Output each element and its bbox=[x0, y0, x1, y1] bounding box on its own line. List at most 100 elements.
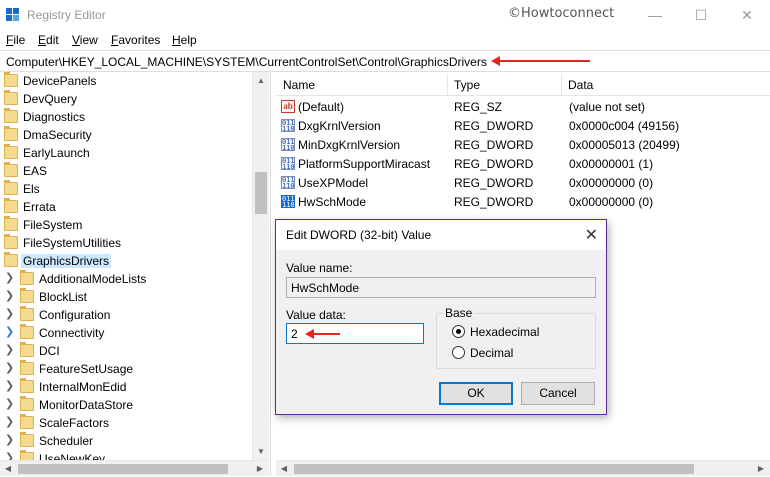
value-type: REG_DWORD bbox=[454, 119, 534, 133]
chevron-right-icon[interactable]: ❯ bbox=[5, 271, 14, 284]
tree-item-label: Els bbox=[23, 182, 40, 196]
tree-item[interactable]: ❯ Connectivity bbox=[0, 324, 252, 342]
menu-view[interactable]: View bbox=[72, 33, 98, 47]
value-row[interactable]: 011 110 MinDxgKrnlVersion REG_DWORD 0x000050… bbox=[276, 135, 770, 154]
scroll-thumb[interactable] bbox=[294, 464, 694, 474]
chevron-right-icon[interactable]: ❯ bbox=[5, 289, 14, 302]
folder-icon bbox=[20, 288, 34, 303]
tree-item[interactable]: ❯ MonitorDataStore bbox=[0, 396, 252, 414]
chevron-right-icon[interactable]: ❯ bbox=[5, 415, 14, 428]
scroll-thumb[interactable] bbox=[18, 464, 228, 474]
tree-item-label: DmaSecurity bbox=[23, 128, 92, 142]
value-row[interactable]: 011 110 DxgKrnlVersion REG_DWORD 0x0000c004 … bbox=[276, 116, 770, 135]
title-bar: Registry Editor ©Howtoconnect — ☐ ✕ bbox=[0, 0, 770, 30]
folder-icon bbox=[4, 252, 18, 267]
tree-item[interactable]: ❯ ScaleFactors bbox=[0, 414, 252, 432]
tree-item-label: UseNewKey bbox=[39, 452, 106, 460]
tree-item-label: EarlyLaunch bbox=[23, 146, 90, 160]
tree-item-label: MonitorDataStore bbox=[39, 398, 134, 412]
chevron-right-icon[interactable]: ❯ bbox=[5, 379, 14, 392]
value-name-field: HwSchMode bbox=[286, 277, 596, 298]
scroll-right-icon[interactable]: ▶ bbox=[753, 461, 769, 477]
hexadecimal-label[interactable]: Hexadecimal bbox=[470, 325, 539, 339]
decimal-radio[interactable] bbox=[452, 346, 465, 359]
scroll-up-icon[interactable]: ▲ bbox=[253, 72, 269, 89]
tree-item[interactable]: ❯ FeatureSetUsage bbox=[0, 360, 252, 378]
folder-icon bbox=[4, 90, 18, 105]
column-data[interactable]: Data bbox=[568, 78, 593, 92]
folder-icon bbox=[4, 198, 18, 213]
tree-item[interactable]: EAS bbox=[0, 162, 252, 180]
menu-edit[interactable]: Edit bbox=[38, 33, 59, 47]
tree-item[interactable]: ❯ AdditionalModeLists bbox=[0, 270, 252, 288]
ok-button[interactable]: OK bbox=[439, 382, 513, 405]
dialog-title: Edit DWORD (32-bit) Value bbox=[286, 228, 432, 242]
chevron-right-icon[interactable]: ❯ bbox=[5, 307, 14, 320]
value-row[interactable]: ab (Default) REG_SZ (value not set) bbox=[276, 97, 770, 116]
tree-item[interactable]: DevicePanels bbox=[0, 72, 252, 90]
scroll-left-icon[interactable]: ◀ bbox=[0, 461, 16, 477]
menu-file[interactable]: File bbox=[6, 33, 25, 47]
chevron-right-icon[interactable]: ❯ bbox=[5, 361, 14, 374]
values-horizontal-scrollbar[interactable]: ◀ ▶ bbox=[276, 460, 770, 476]
value-row[interactable]: 011 110 HwSchMode REG_DWORD 0x00000000 (0) bbox=[276, 192, 770, 211]
tree-item[interactable]: Errata bbox=[0, 198, 252, 216]
value-type: REG_DWORD bbox=[454, 195, 534, 209]
hexadecimal-radio[interactable] bbox=[452, 325, 465, 338]
scroll-left-icon[interactable]: ◀ bbox=[276, 461, 292, 477]
tree-item[interactable]: FileSystem bbox=[0, 216, 252, 234]
value-name-label: Value name: bbox=[286, 261, 353, 275]
chevron-right-icon[interactable]: ❯ bbox=[5, 451, 14, 460]
column-name[interactable]: Name bbox=[283, 78, 315, 92]
tree-vertical-scrollbar[interactable]: ▲ ▼ bbox=[252, 72, 269, 460]
value-row[interactable]: 011 110 UseXPModel REG_DWORD 0x00000000 (0) bbox=[276, 173, 770, 192]
tree-item[interactable]: ❯ UseNewKey bbox=[0, 450, 252, 460]
menu-favorites[interactable]: Favorites bbox=[111, 33, 160, 47]
chevron-right-icon[interactable]: ❯ bbox=[5, 397, 14, 410]
menu-help[interactable]: Help bbox=[172, 33, 197, 47]
chevron-right-icon[interactable]: ❯ bbox=[5, 343, 14, 356]
folder-icon bbox=[4, 126, 18, 141]
tree-horizontal-scrollbar[interactable]: ◀ ▶ bbox=[0, 460, 269, 476]
tree-item[interactable]: DevQuery bbox=[0, 90, 252, 108]
value-name: PlatformSupportMiracast bbox=[298, 157, 431, 171]
cancel-button[interactable]: Cancel bbox=[521, 382, 595, 405]
registry-editor-icon bbox=[6, 8, 20, 22]
scroll-down-icon[interactable]: ▼ bbox=[253, 443, 269, 460]
tree-item[interactable]: ❯ Configuration bbox=[0, 306, 252, 324]
tree-item[interactable]: Diagnostics bbox=[0, 108, 252, 126]
chevron-right-icon[interactable]: ❯ bbox=[5, 325, 14, 338]
value-data-label: Value data: bbox=[286, 308, 346, 322]
tree-item[interactable]: FileSystemUtilities bbox=[0, 234, 252, 252]
value-row[interactable]: 011 110 PlatformSupportMiracast REG_DWORD 0x… bbox=[276, 154, 770, 173]
dialog-close-icon[interactable]: ✕ bbox=[585, 225, 598, 245]
tree-item[interactable]: DmaSecurity bbox=[0, 126, 252, 144]
binary-value-icon: 011 110 bbox=[281, 119, 295, 132]
folder-icon bbox=[20, 450, 34, 460]
address-bar[interactable]: Computer\HKEY_LOCAL_MACHINE\SYSTEM\Curre… bbox=[0, 50, 770, 72]
tree-item[interactable]: Els bbox=[0, 180, 252, 198]
tree-item[interactable]: EarlyLaunch bbox=[0, 144, 252, 162]
tree-item-label: FileSystem bbox=[23, 218, 83, 232]
value-name: MinDxgKrnlVersion bbox=[298, 138, 401, 152]
address-path[interactable]: Computer\HKEY_LOCAL_MACHINE\SYSTEM\Curre… bbox=[6, 55, 487, 69]
folder-icon bbox=[4, 234, 18, 249]
scroll-thumb[interactable] bbox=[255, 172, 267, 214]
chevron-right-icon[interactable]: ❯ bbox=[5, 433, 14, 446]
dialog-title-bar: Edit DWORD (32-bit) Value ✕ bbox=[276, 220, 606, 250]
column-type[interactable]: Type bbox=[454, 78, 480, 92]
column-separator bbox=[561, 74, 562, 96]
tree-item[interactable]: ❯ DCI bbox=[0, 342, 252, 360]
tree-item[interactable]: ❯ BlockList bbox=[0, 288, 252, 306]
decimal-label[interactable]: Decimal bbox=[470, 346, 513, 360]
scroll-right-icon[interactable]: ▶ bbox=[252, 461, 268, 477]
minimize-button[interactable]: — bbox=[632, 0, 678, 30]
close-button[interactable]: ✕ bbox=[724, 0, 770, 30]
base-groupbox: Base Hexadecimal Decimal bbox=[436, 306, 596, 369]
tree-item[interactable]: ❯ InternalMonEdid bbox=[0, 378, 252, 396]
maximize-button[interactable]: ☐ bbox=[678, 0, 724, 30]
value-type: REG_SZ bbox=[454, 100, 503, 114]
tree-item[interactable]: GraphicsDrivers bbox=[0, 252, 252, 270]
value-name: UseXPModel bbox=[298, 176, 369, 190]
tree-item[interactable]: ❯ Scheduler bbox=[0, 432, 252, 450]
